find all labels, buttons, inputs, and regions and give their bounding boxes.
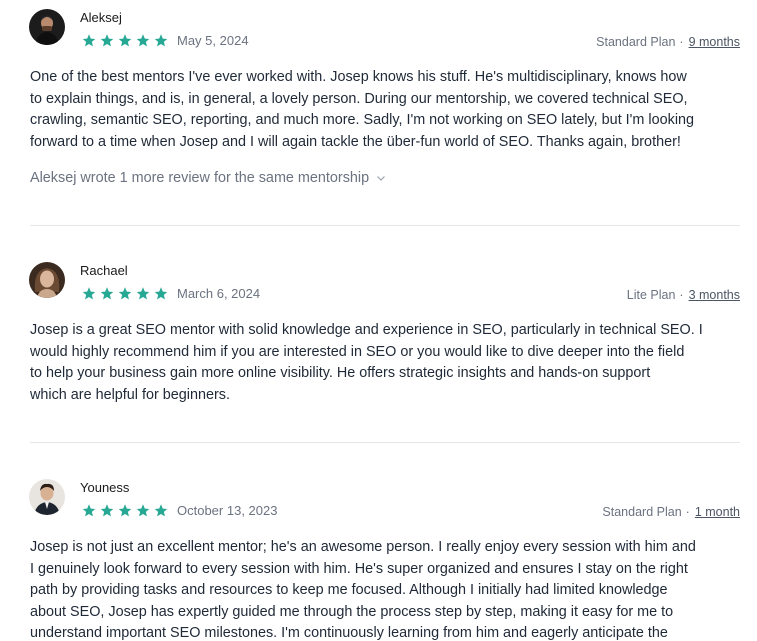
star-rating <box>81 503 169 518</box>
star-icon <box>100 287 114 300</box>
star-icon <box>136 34 150 47</box>
chevron-down-icon <box>377 176 386 181</box>
star-icon <box>118 287 132 300</box>
star-icon <box>118 504 132 517</box>
reviewer-name: Rachael <box>80 263 128 278</box>
avatar-photo-icon <box>29 262 65 298</box>
star-icon <box>154 504 168 517</box>
star-icon <box>154 287 168 300</box>
review-text-line: to help your business gain more online v… <box>30 365 651 381</box>
avatar[interactable] <box>29 479 65 515</box>
star-rating <box>81 286 169 301</box>
plan-name: Standard Plan <box>596 35 676 49</box>
star-icon <box>136 504 150 517</box>
review-text: One of the best mentors I've ever worked… <box>30 67 742 153</box>
review-text-line: to explain things, and is, in general, a… <box>30 90 688 107</box>
avatar-photo-icon <box>29 479 65 515</box>
star-icon <box>82 504 96 517</box>
plan-name: Lite Plan <box>626 288 676 302</box>
review-text-line: crawling, semantic SEO, reporting, and m… <box>30 112 695 128</box>
separator: · <box>679 288 684 302</box>
reviewer-name: Aleksej <box>80 10 122 25</box>
avatar[interactable] <box>29 262 65 298</box>
avatar[interactable] <box>29 9 65 45</box>
review-date: May 5, 2024 <box>177 33 249 48</box>
more-reviews-toggle[interactable]: Aleksej wrote 1 more review for the same… <box>30 170 386 186</box>
review-meta: Lite Plan · 3 months <box>627 288 740 302</box>
star-icon <box>136 287 150 300</box>
review-text-line: Josep is not just an excellent mentor; h… <box>30 539 696 555</box>
review-date: March 6, 2024 <box>177 286 261 301</box>
review-text-line: would highly recommend him if you are in… <box>30 343 685 360</box>
mentorship-duration-link[interactable]: 1 month <box>695 505 740 519</box>
reviewer-name: Youness <box>80 480 130 495</box>
star-rating <box>81 33 169 48</box>
divider <box>30 442 740 443</box>
review-text-line: which are helpful for beginners. <box>30 386 230 403</box>
star-icon <box>82 34 96 47</box>
divider <box>30 225 740 226</box>
star-icon <box>154 34 168 47</box>
star-icon <box>100 34 114 47</box>
review-text-line: Josep is a great SEO mentor with solid k… <box>30 322 703 338</box>
review-text-line: One of the best mentors I've ever worked… <box>30 69 687 85</box>
mentorship-duration-link[interactable]: 3 months <box>689 288 740 302</box>
review-text-line: understand important SEO milestones. I'm… <box>30 625 668 641</box>
review-text-line: I genuinely look forward to every sessio… <box>30 560 688 577</box>
review-text-line: about SEO, Josep has expertly guided me … <box>30 603 674 620</box>
star-icon <box>100 504 114 517</box>
review-text-line: path by providing tasks and resources to… <box>30 582 668 598</box>
review-meta: Standard Plan · 1 month <box>602 505 740 519</box>
review-date: October 13, 2023 <box>177 503 278 518</box>
review-text: Josep is a great SEO mentor with solid k… <box>30 320 742 406</box>
separator: · <box>679 35 684 49</box>
reviews-list: Aleksej May 5, 2024 Standard Plan · 9 mo… <box>0 0 757 641</box>
review-meta: Standard Plan · 9 months <box>596 35 740 49</box>
separator: · <box>685 505 690 519</box>
more-reviews-label: Aleksej wrote 1 more review for the same… <box>30 170 370 186</box>
star-icon <box>82 287 96 300</box>
mentorship-duration-link[interactable]: 9 months <box>689 35 740 49</box>
plan-name: Standard Plan <box>602 505 682 519</box>
star-icon <box>118 34 132 47</box>
review-text: Josep is not just an excellent mentor; h… <box>30 537 742 641</box>
review-text-line: forward to a time when Josep and I will … <box>30 133 681 150</box>
avatar-photo-icon <box>29 9 65 45</box>
